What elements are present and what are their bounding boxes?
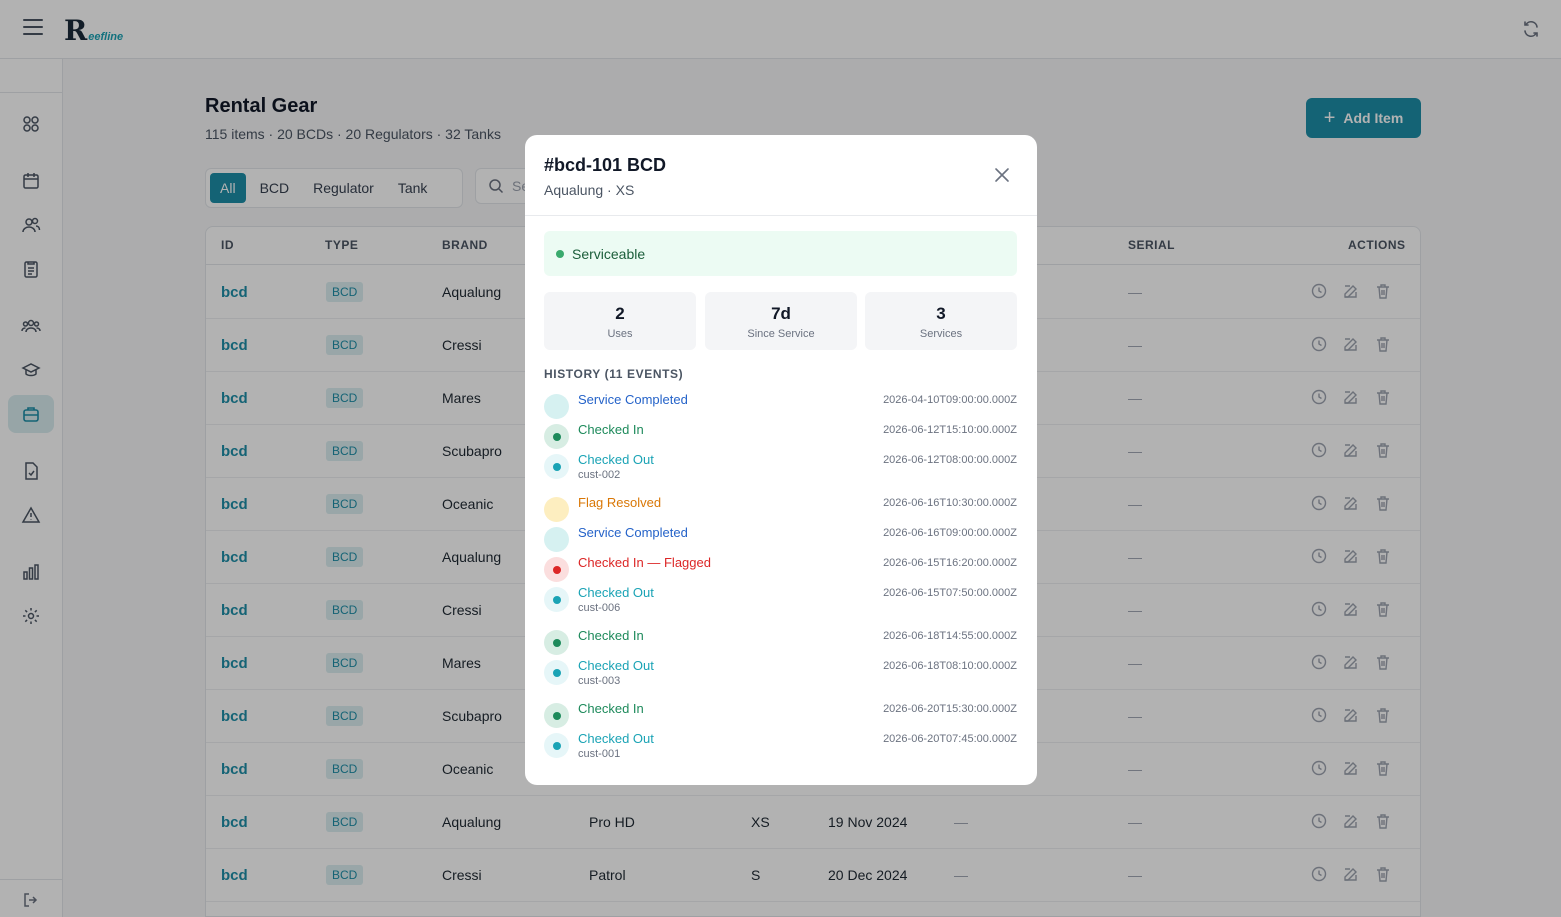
history-event: Checked Out cust-001 2026-06-20T07:45:00.0… (544, 731, 1017, 763)
event-label: Checked In (578, 628, 644, 643)
event-label: Checked Out (578, 585, 654, 600)
event-label: Checked In (578, 701, 644, 716)
gear-detail-modal: #bcd-101 BCD Aqualung · XS Serviceable 2… (525, 135, 1037, 785)
event-timestamp: 2026-06-12T15:10:00.000Z (883, 424, 1017, 436)
history-event: Flag Resolved 2026-06-16T10:30:00.000Z (544, 495, 1017, 527)
event-customer: cust-003 (578, 675, 621, 687)
stat-value: 7d (771, 304, 791, 323)
event-customer: cust-001 (578, 748, 621, 760)
stat-label: Services (919, 328, 963, 340)
event-label: Service Completed (578, 392, 688, 407)
event-label: Checked Out (578, 731, 654, 746)
close-icon[interactable] (993, 166, 1011, 184)
stat-value: 2 (615, 304, 625, 323)
history-event: Checked In 2026-06-18T14:55:00.000Z (544, 628, 1017, 660)
stat-since-service: 7d Since Service (705, 292, 857, 350)
event-timestamp: 2026-06-18T08:10:00.000Z (883, 660, 1017, 672)
event-timestamp: 2026-06-12T08:00:00.000Z (883, 454, 1017, 466)
event-timestamp: 2026-06-20T15:30:00.000Z (883, 703, 1017, 715)
stat-value: 3 (936, 304, 946, 323)
event-status-icon (544, 454, 569, 479)
history-event: Service Completed 2026-04-10T09:00:00.000… (544, 392, 1017, 424)
event-status-icon (544, 630, 569, 655)
history-event: Checked Out cust-003 2026-06-18T08:10:00.0… (544, 658, 1017, 690)
event-label: Checked In — Flagged (578, 555, 711, 570)
history-title: HISTORY (11 EVENTS) (544, 367, 684, 381)
event-label: Checked Out (578, 452, 654, 467)
event-status-icon (544, 424, 569, 449)
event-label: Service Completed (578, 525, 688, 540)
event-status-icon (544, 703, 569, 728)
status-dot (556, 249, 564, 258)
history-event: Checked In 2026-06-20T15:30:00.000Z (544, 701, 1017, 733)
stat-label: Uses (607, 328, 633, 340)
event-timestamp: 2026-06-18T14:55:00.000Z (883, 630, 1017, 642)
event-status-icon (544, 497, 569, 522)
stat-uses: 2 Uses (544, 292, 696, 350)
event-timestamp: 2026-06-15T07:50:00.000Z (883, 587, 1017, 599)
modal-subtitle: Aqualung · XS (544, 182, 635, 198)
event-timestamp: 2026-06-16T10:30:00.000Z (883, 497, 1017, 509)
history-event: Service Completed 2026-06-16T09:00:00.000… (544, 525, 1017, 557)
modal-title: #bcd-101 BCD (544, 155, 667, 175)
event-status-icon (544, 527, 569, 552)
stat-label: Since Service (747, 328, 815, 340)
event-timestamp: 2026-06-20T07:45:00.000Z (883, 733, 1017, 745)
history-event: Checked In 2026-06-12T15:10:00.000Z (544, 422, 1017, 454)
event-status-icon (544, 394, 569, 419)
event-timestamp: 2026-06-15T16:20:00.000Z (883, 557, 1017, 569)
event-status-icon (544, 557, 569, 582)
modal-header: #bcd-101 BCD Aqualung · XS (525, 135, 1037, 216)
history-event: Checked Out cust-006 2026-06-15T07:50:00.0… (544, 585, 1017, 617)
event-status-icon (544, 660, 569, 685)
event-label: Checked Out (578, 658, 654, 673)
event-status-icon (544, 587, 569, 612)
event-label: Flag Resolved (578, 495, 662, 510)
event-status-icon (544, 733, 569, 758)
event-customer: cust-002 (578, 469, 621, 481)
status-text: Serviceable (572, 245, 646, 262)
stat-services: 3 Services (865, 292, 1017, 350)
history-event: Checked In — Flagged 2026-06-15T16:20:00.… (544, 555, 1017, 587)
event-timestamp: 2026-04-10T09:00:00.000Z (883, 394, 1017, 406)
history-event: Checked Out cust-002 2026-06-12T08:00:00.0… (544, 452, 1017, 484)
status-banner: Serviceable (544, 231, 1017, 276)
event-timestamp: 2026-06-16T09:00:00.000Z (883, 527, 1017, 539)
event-label: Checked In (578, 422, 644, 437)
event-customer: cust-006 (578, 602, 621, 614)
